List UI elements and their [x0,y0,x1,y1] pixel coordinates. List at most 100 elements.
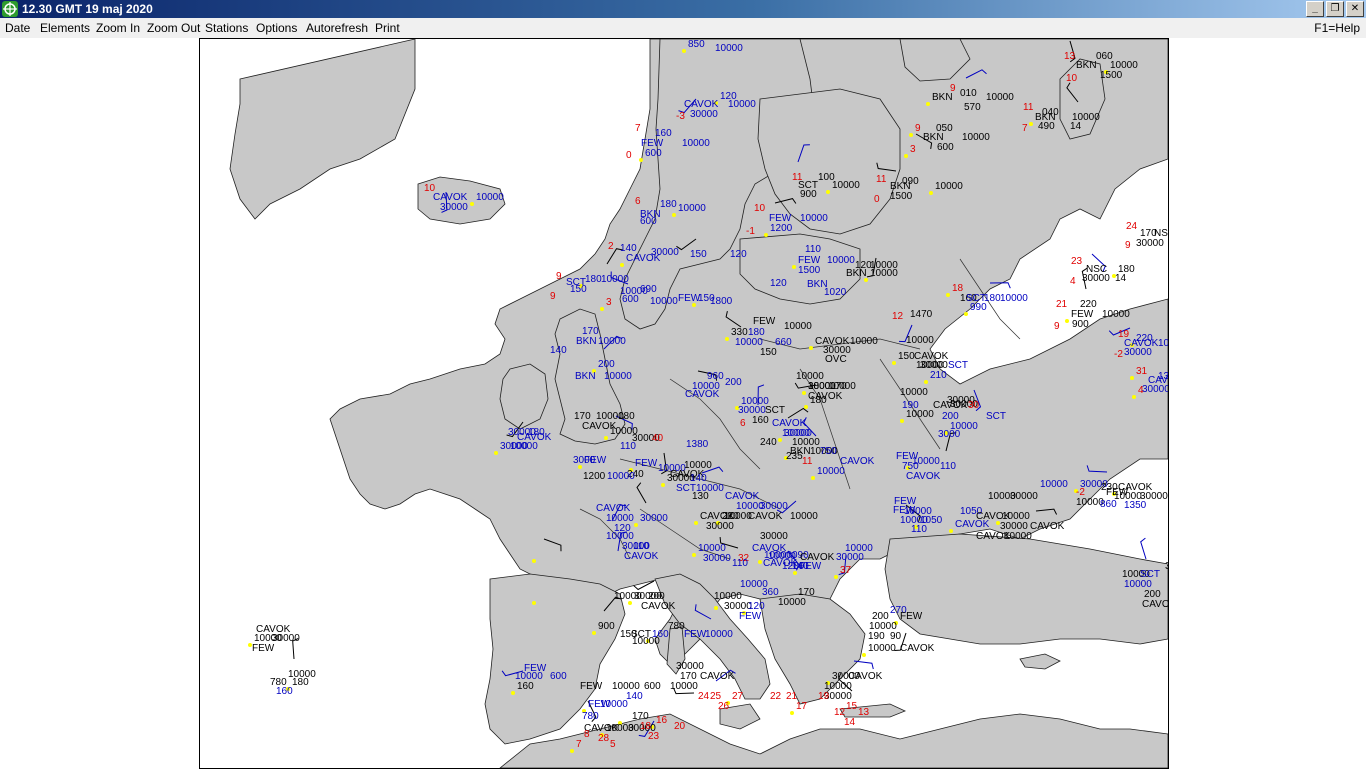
station-label-black: 10000 [1102,309,1130,320]
station-label-blue: 10000 [1000,293,1028,304]
wind-barb [1140,537,1147,560]
menu-print[interactable]: Print [375,18,400,38]
station-label-black: 180 [292,677,309,688]
station-label-black: 240 [760,437,777,448]
station-label-black: 490 [1038,121,1055,132]
station-marker[interactable] [811,476,815,480]
station-label-blue: 660 [775,337,792,348]
station-marker[interactable] [892,361,896,365]
station-marker[interactable] [924,380,928,384]
station-label-black: 10000 [962,132,990,143]
station-marker[interactable] [639,158,643,162]
station-label-red: 30 [968,400,980,411]
station-label-black: 180 [618,411,635,422]
menu-date[interactable]: Date [5,18,30,38]
station-label-blue: 780 [582,711,599,722]
station-label-black: 10000 [906,409,934,420]
menu-zoom-out[interactable]: Zoom Out [147,18,200,38]
station-marker[interactable] [725,337,729,341]
station-marker[interactable] [694,521,698,525]
station-label-blue: 10000 [678,203,706,214]
station-label-blue: BKN [575,371,596,382]
station-marker[interactable] [809,346,813,350]
station-marker[interactable] [764,233,768,237]
station-label-blue: 10000 [607,471,635,482]
menu-options[interactable]: Options [256,18,297,38]
station-label-red: 40 [652,433,664,444]
station-label-black: 010 [960,88,977,99]
station-marker[interactable] [592,631,596,635]
station-marker[interactable] [926,102,930,106]
station-marker[interactable] [929,191,933,195]
minimize-button[interactable]: _ [1306,1,1324,17]
station-label-red: 9 [915,123,921,134]
station-marker[interactable] [1132,395,1136,399]
station-label-red: 9 [556,271,562,282]
station-marker[interactable] [900,419,904,423]
station-marker[interactable] [964,312,968,316]
station-label-black: 570 [964,102,981,113]
station-label-black: CAVOK [1030,521,1065,532]
station-marker[interactable] [532,601,536,605]
station-marker[interactable] [790,711,794,715]
station-label-black: 10000 [900,387,928,398]
station-marker[interactable] [1130,376,1134,380]
weather-map[interactable]: 850 10000 13 060 BKN 10000 1500 10 9 010 BKN 10000 5… [199,38,1169,769]
station-label-black: 30000 [1165,561,1168,572]
station-marker[interactable] [672,213,676,217]
station-label-blue: CAVOK [685,389,720,400]
station-marker[interactable] [470,202,474,206]
station-label-blue: 10000 [682,138,710,149]
station-label-black: 10000 [906,335,934,346]
station-marker[interactable] [661,483,665,487]
restore-button[interactable]: ❐ [1326,1,1344,17]
station-marker[interactable] [904,154,908,158]
station-label-black: CAVOK [976,531,1011,542]
station-label-red: 13 [858,707,870,718]
station-label-black: 14 [1115,273,1127,284]
station-marker[interactable] [862,653,866,657]
station-marker[interactable] [634,523,638,527]
menu-zoom-in[interactable]: Zoom In [96,18,140,38]
station-label-red: 9 [1125,240,1131,251]
station-label-black: 900 [598,621,615,632]
station-marker[interactable] [826,190,830,194]
menu-stations[interactable]: Stations [205,18,248,38]
station-marker[interactable] [792,265,796,269]
station-marker[interactable] [1065,319,1069,323]
station-marker[interactable] [692,553,696,557]
station-label-black: CAVOK [1142,599,1168,610]
map-canvas[interactable]: 850 1000013 060BKN 100001500109 010BKN 100005… [200,39,1168,768]
station-marker[interactable] [570,749,574,753]
close-button[interactable]: ✕ [1346,1,1364,17]
station-label-blue: 110 [805,244,821,255]
station-marker[interactable] [532,559,536,563]
station-label-blue: 30000 [1124,347,1152,358]
station-marker[interactable] [949,529,953,533]
station-marker[interactable] [600,307,604,311]
station-marker[interactable] [946,293,950,297]
station-marker[interactable] [714,606,718,610]
station-label-blue: 140 [550,345,567,356]
station-marker[interactable] [494,451,498,455]
station-marker[interactable] [802,391,806,395]
station-marker[interactable] [804,405,808,409]
station-marker[interactable] [909,133,913,137]
station-marker[interactable] [620,263,624,267]
station-marker[interactable] [511,691,515,695]
station-label-black: 180 [810,395,827,406]
station-label-blue: 30000 [1142,384,1168,395]
station-label-blue: 160 [652,629,669,640]
station-marker[interactable] [758,560,762,564]
station-label-black: CAVOK [900,643,935,654]
station-marker[interactable] [682,49,686,53]
station-label-blue: 110 [911,524,927,535]
station-marker[interactable] [1029,122,1033,126]
station-marker[interactable] [604,436,608,440]
menu-elements[interactable]: Elements [40,18,90,38]
station-label-blue: 1800 [710,296,733,307]
land-greenland [229,39,416,220]
station-marker[interactable] [834,575,838,579]
menu-autorefresh[interactable]: Autorefresh [306,18,368,38]
station-label-black: 600 [644,681,661,692]
